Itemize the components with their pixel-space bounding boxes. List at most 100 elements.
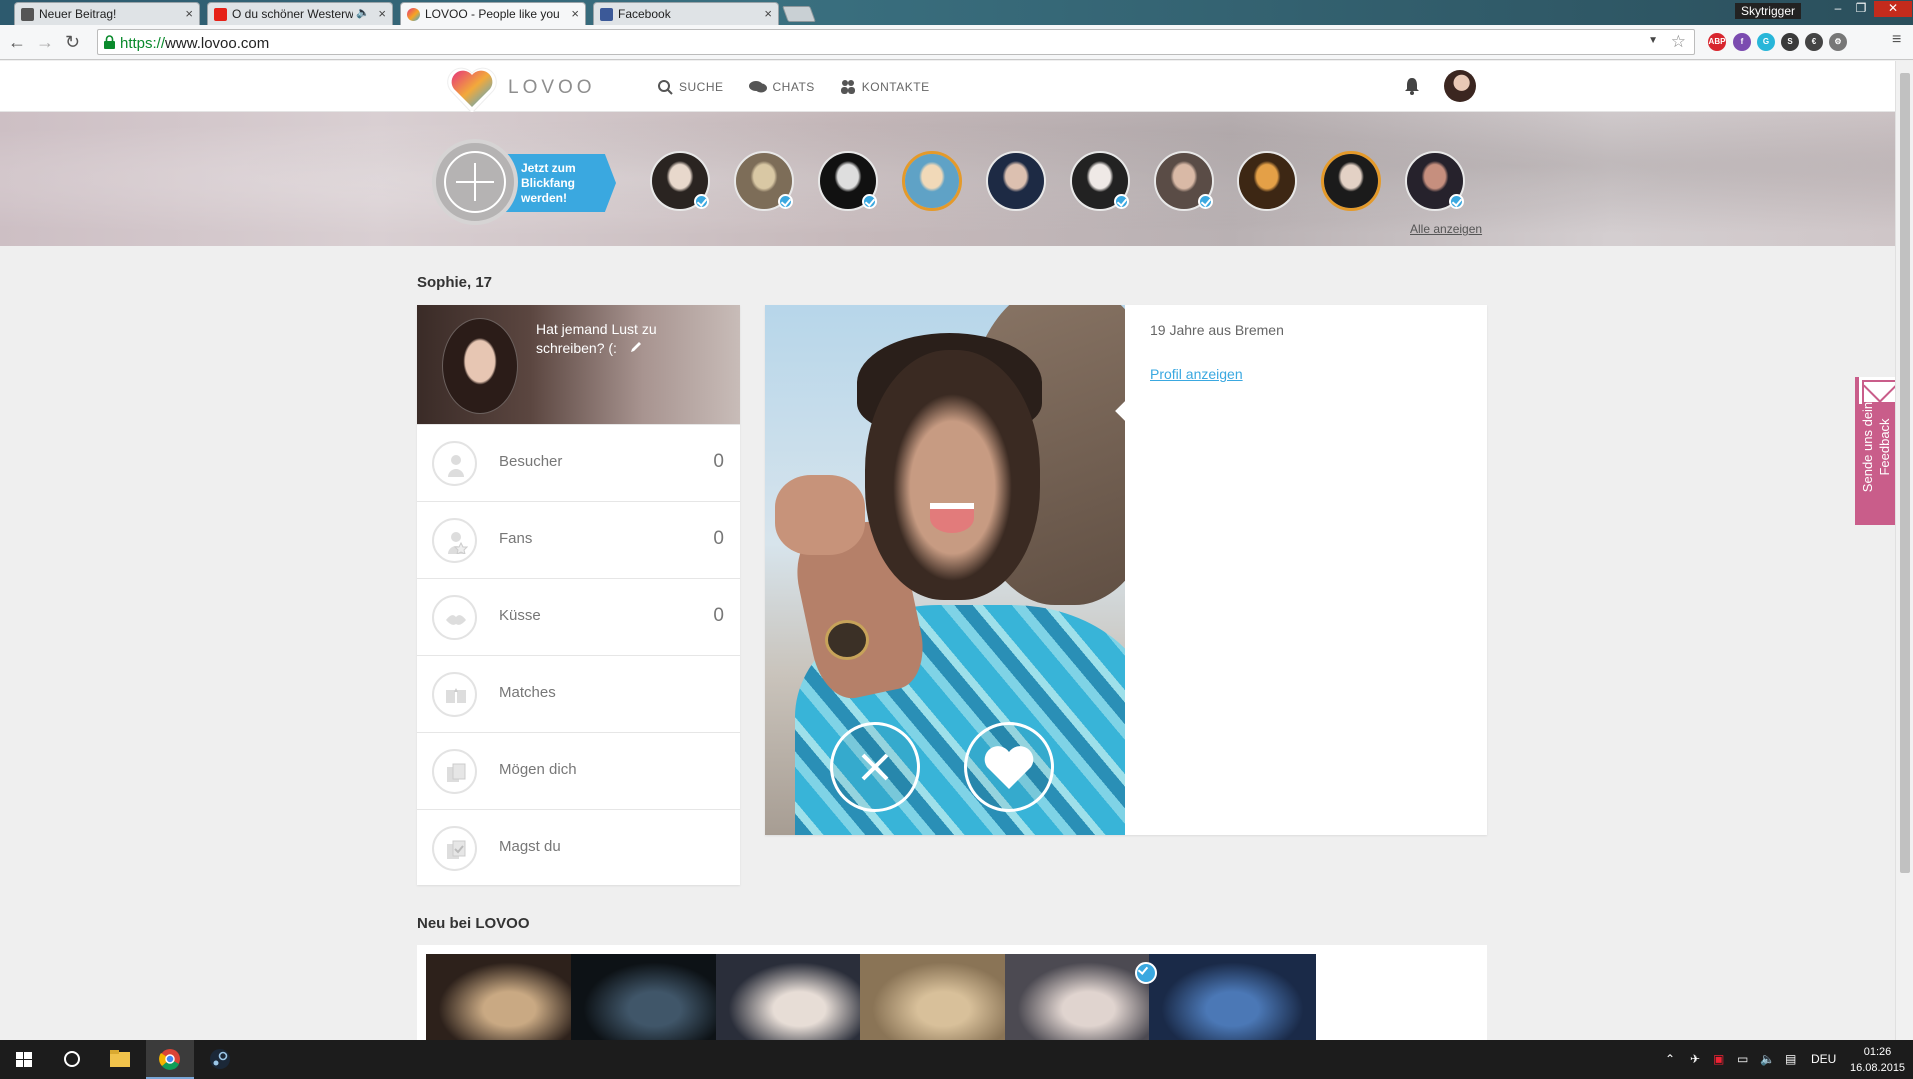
nav-search[interactable]: SUCHE [657,79,724,95]
match-age-city: 19 Jahre aus Bremen [1150,322,1284,338]
menu-icon[interactable]: ≡ [1892,31,1901,49]
close-tab-icon[interactable]: × [185,6,193,21]
close-tab-icon[interactable]: × [378,6,386,21]
new-users-title: Neu bei LOVOO [417,915,530,932]
forward-arrow-icon[interactable]: → [36,32,54,53]
browser-tab[interactable]: O du schöner Westerw 🔈 × [207,2,393,25]
stat-row-kisses[interactable]: Küsse 0 [417,578,740,655]
match-card: 19 Jahre aus Bremen Profil anzeigen [765,305,1487,835]
close-tab-icon[interactable]: × [571,6,579,21]
bookmark-star-icon[interactable]: ☆ [1671,32,1686,52]
input-language[interactable]: DEU [1811,1052,1836,1066]
cyan-extension-icon[interactable]: G [1757,33,1775,51]
chrome-icon [159,1049,180,1070]
fans-icon [432,518,477,563]
new-user-photo[interactable] [571,954,738,1040]
tray-chevron-up-icon[interactable]: ⌃ [1665,1052,1675,1066]
tab-title: LOVOO - People like you [425,7,560,21]
edit-pencil-icon[interactable] [629,340,643,354]
youtube-favicon-icon [214,8,227,21]
windows-logo-icon [16,1052,32,1067]
nav-chats[interactable]: CHATS [748,79,815,95]
like-button[interactable] [964,722,1054,812]
document-favicon-icon [21,8,34,21]
profile-status-text: Hat jemand Lust zu schreiben? (: [536,321,657,356]
chrome-taskbar-button[interactable] [146,1040,194,1079]
steam-taskbar-button[interactable] [196,1040,244,1079]
purple-extension-icon[interactable]: f [1733,33,1751,51]
browser-toolbar: ← → ↻ https://www.lovoo.com ▼ ☆ ABP f G S € ⚙… [0,25,1913,60]
new-user-photo[interactable] [1005,954,1172,1040]
dislike-button[interactable] [830,722,920,812]
page-scrollbar[interactable] [1895,61,1913,1040]
lock-icon [104,35,115,49]
close-window-icon[interactable]: ✕ [1874,1,1912,17]
new-user-photo[interactable] [426,954,593,1040]
stat-row-visitors[interactable]: Besucher 0 [417,424,740,501]
notification-bell-icon[interactable] [1404,77,1420,95]
minimize-icon[interactable]: – [1827,1,1849,17]
show-all-link[interactable]: Alle anzeigen [1410,222,1482,236]
profile-avatar[interactable] [442,318,518,414]
add-blickfang-button[interactable] [432,139,518,225]
address-bar[interactable]: https://www.lovoo.com ▼ ☆ [97,29,1695,55]
folder-icon [110,1050,130,1067]
cortana-button[interactable] [48,1040,96,1079]
new-user-photo[interactable] [716,954,883,1040]
stat-row-matches[interactable]: Matches [417,655,740,732]
new-user-photo[interactable] [860,954,1027,1040]
browser-tab-active[interactable]: LOVOO - People like you × [400,2,586,25]
euro-extension-icon[interactable]: € [1805,33,1823,51]
start-button[interactable] [0,1040,48,1079]
tab-title: Neuer Beitrag! [39,7,117,21]
tab-title: Facebook [618,7,671,21]
view-profile-link[interactable]: Profil anzeigen [1150,366,1243,382]
browser-profile-name[interactable]: Skytrigger [1734,3,1801,19]
profile-header[interactable]: Hat jemand Lust zu schreiben? (: [417,305,740,424]
verified-badge-icon [862,194,877,209]
stat-label: Mögen dich [499,761,577,778]
verified-badge-icon [1198,194,1213,209]
browser-tab[interactable]: Facebook × [593,2,779,25]
s-extension-icon[interactable]: S [1781,33,1799,51]
blickfang-banner: Jetzt zum Blickfang werden! Alle anzeige… [0,112,1895,246]
stat-row-likes-you[interactable]: Mögen dich [417,732,740,809]
stat-row-fans[interactable]: Fans 0 [417,501,740,578]
blickfang-user-avatar[interactable] [902,151,962,211]
verified-badge-icon [1449,194,1464,209]
steam-icon [210,1049,230,1069]
tray-app-icon[interactable]: ✈ [1690,1052,1700,1066]
restore-icon[interactable]: ❐ [1850,1,1872,17]
visitors-icon [432,441,477,486]
lovoo-logo-text[interactable]: LOVOO [508,77,596,99]
action-center-icon[interactable]: ▤ [1785,1052,1796,1066]
chevron-down-icon[interactable]: ▼ [1648,35,1658,46]
blickfang-cta[interactable]: Jetzt zum Blickfang werden! [505,154,616,212]
user-avatar[interactable] [1444,70,1476,102]
volume-icon[interactable]: 🔈 [1760,1052,1775,1066]
profile-name-age: Sophie, 17 [417,274,493,291]
globe-extension-icon[interactable]: ⚙ [1829,33,1847,51]
lovoo-favicon-icon [407,8,420,21]
nav-chats-label: CHATS [772,80,815,94]
close-tab-icon[interactable]: × [764,6,772,21]
match-photo[interactable] [765,305,1125,835]
system-clock[interactable]: 01:26 16.08.2015 [1850,1044,1905,1076]
stat-value: 0 [713,528,724,549]
back-arrow-icon[interactable]: ← [8,32,26,53]
cortana-circle-icon [64,1051,80,1067]
close-x-icon [861,753,889,781]
network-icon[interactable]: ▭ [1737,1052,1748,1066]
new-tab-button[interactable] [782,6,816,22]
nav-contacts[interactable]: KONTAKTE [840,79,930,95]
stat-row-you-like[interactable]: Magst du [417,809,740,886]
reload-icon[interactable]: ↻ [65,32,80,53]
tray-antivirus-icon[interactable]: ▣ [1713,1052,1724,1066]
blickfang-user-avatar[interactable] [986,151,1046,211]
adblock-extension-icon[interactable]: ABP [1708,33,1726,51]
blickfang-user-avatar[interactable] [1321,151,1381,211]
file-explorer-taskbar-button[interactable] [96,1040,144,1079]
new-user-photo[interactable] [1149,954,1316,1040]
browser-tab[interactable]: Neuer Beitrag! × [14,2,200,25]
blickfang-user-avatar[interactable] [1237,151,1297,211]
